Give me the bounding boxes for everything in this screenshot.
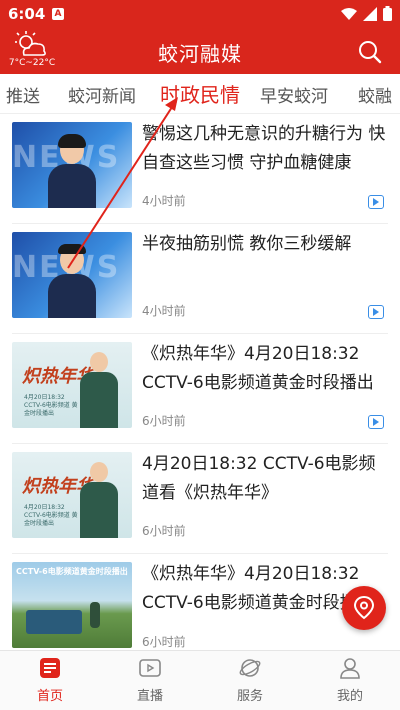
nav-mine-label: 我的 bbox=[336, 689, 363, 704]
signal-icon bbox=[363, 6, 377, 21]
system-icons bbox=[341, 6, 392, 21]
nav-mine[interactable]: 我的 bbox=[310, 657, 390, 704]
notification-icon: A bbox=[52, 8, 64, 20]
article-thumbnail: CCTV-6电影频道黄金时段播出 bbox=[12, 562, 132, 648]
tab-jiaorong[interactable]: 蛟融 bbox=[358, 82, 392, 107]
channel-tabs: 推送 蛟河新闻 时政民情 早安蛟河 蛟融 bbox=[0, 74, 400, 114]
video-play-icon bbox=[368, 305, 384, 319]
tab-tuisong[interactable]: 推送 bbox=[6, 82, 40, 107]
article-time: 6小时前 bbox=[142, 635, 186, 649]
article-item[interactable]: CCTV-6电影频道黄金时段播出 《炽热年华》4月20日18:32 CCTV-6… bbox=[12, 554, 388, 664]
location-pin-icon bbox=[353, 596, 375, 620]
location-fab-button[interactable] bbox=[342, 586, 386, 630]
thumb-banner: CCTV-6电影频道黄金时段播出 bbox=[16, 567, 128, 576]
user-profile-icon bbox=[340, 658, 360, 679]
article-time: 4小时前 bbox=[142, 304, 186, 318]
nav-services-label: 服务 bbox=[236, 689, 263, 704]
nav-services[interactable]: 服务 bbox=[210, 657, 290, 704]
services-planet-icon bbox=[239, 659, 261, 677]
home-news-icon bbox=[40, 658, 60, 678]
nav-home-label: 首页 bbox=[36, 689, 63, 704]
video-play-icon bbox=[368, 415, 384, 429]
article-headline: 4月20日18:32 CCTV-6电影频道看《炽热年华》 bbox=[142, 454, 376, 503]
tab-zaoan-jiaohe[interactable]: 早安蛟河 bbox=[260, 82, 328, 107]
live-tv-icon bbox=[139, 659, 161, 677]
poster-caption: 4月20日18:32 CCTV-6电影频道 黄金时段播出 bbox=[24, 504, 78, 527]
article-headline: 警惕这几种无意识的升糖行为 快自查这些习惯 守护血糖健康 bbox=[142, 124, 386, 173]
app-title: 蛟河融媒 bbox=[158, 42, 242, 66]
video-play-icon bbox=[368, 195, 384, 209]
article-item[interactable]: NEWS 半夜抽筋别慌 教你三秒缓解 4小时前 bbox=[12, 224, 388, 334]
app-header: 7°C~22°C 蛟河融媒 bbox=[0, 28, 400, 74]
battery-icon bbox=[383, 6, 392, 21]
article-item[interactable]: 炽热年华 4月20日18:32 CCTV-6电影频道 黄金时段播出 《炽热年华》… bbox=[12, 334, 388, 444]
article-headline: 《炽热年华》4月20日18:32 CCTV-6电影频道黄金时段播出 bbox=[142, 344, 374, 393]
nav-live[interactable]: 直播 bbox=[110, 657, 190, 704]
bottom-navigation: 首页 直播 服务 我的 bbox=[0, 650, 400, 710]
status-bar: 6:04 A bbox=[0, 0, 400, 28]
poster-caption: 4月20日18:32 CCTV-6电影频道 黄金时段播出 bbox=[24, 394, 78, 417]
article-time: 4小时前 bbox=[142, 194, 186, 208]
article-thumbnail: NEWS bbox=[12, 232, 132, 318]
nav-home[interactable]: 首页 bbox=[10, 657, 90, 704]
article-item[interactable]: 炽热年华 4月20日18:32 CCTV-6电影频道 黄金时段播出 4月20日1… bbox=[12, 444, 388, 554]
tab-jiaohe-news[interactable]: 蛟河新闻 bbox=[68, 82, 136, 107]
article-thumbnail: NEWS bbox=[12, 122, 132, 208]
article-time: 6小时前 bbox=[142, 414, 186, 428]
article-item[interactable]: NEWS 警惕这几种无意识的升糖行为 快自查这些习惯 守护血糖健康 4小时前 bbox=[12, 114, 388, 224]
nav-live-label: 直播 bbox=[136, 689, 163, 704]
article-thumbnail: 炽热年华 4月20日18:32 CCTV-6电影频道 黄金时段播出 bbox=[12, 342, 132, 428]
wifi-icon bbox=[341, 7, 357, 20]
article-thumbnail: 炽热年华 4月20日18:32 CCTV-6电影频道 黄金时段播出 bbox=[12, 452, 132, 538]
tab-shizheng-minqing[interactable]: 时政民情 bbox=[160, 79, 240, 108]
article-headline: 半夜抽筋别慌 教你三秒缓解 bbox=[142, 234, 352, 254]
status-time: 6:04 bbox=[8, 5, 46, 23]
search-icon[interactable] bbox=[358, 40, 382, 64]
article-time: 6小时前 bbox=[142, 524, 186, 538]
